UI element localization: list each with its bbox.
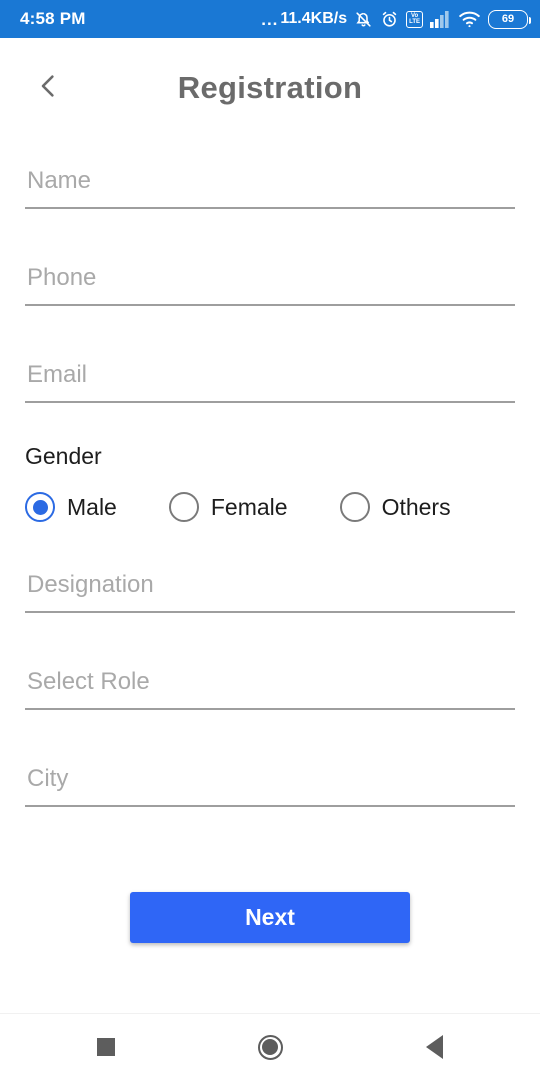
field-underline [25, 611, 515, 613]
volte-icon: Vo LTE [406, 10, 423, 28]
submit-row: Next [0, 892, 540, 943]
gender-gap [0, 403, 540, 443]
page-title: Registration [177, 70, 363, 105]
status-time: 4:58 PM [20, 9, 86, 28]
field-underline [25, 304, 515, 306]
bell-muted-icon [354, 10, 373, 29]
back-button[interactable] [24, 64, 72, 112]
email-input[interactable] [25, 354, 515, 402]
speed-dots: ... [261, 9, 279, 29]
status-icons: ... 11.4KB/s Vo LTE 69 [261, 9, 531, 29]
triangle-back-icon [425, 1035, 443, 1059]
radio-option-female[interactable]: Female [168, 492, 288, 522]
wifi-icon [458, 10, 481, 28]
gender-group: Gender Male Female Others [25, 443, 515, 522]
field-underline [25, 708, 515, 710]
android-nav-bar [0, 1013, 540, 1080]
network-speed-indicator: ... 11.4KB/s [261, 10, 347, 28]
designation-input[interactable] [25, 564, 515, 612]
field-gap [0, 710, 540, 758]
radio-label-female: Female [210, 493, 288, 520]
radio-label-male: Male [67, 493, 117, 520]
role-select-input[interactable] [25, 661, 515, 709]
radio-option-others[interactable]: Others [339, 492, 451, 522]
nav-home-button[interactable] [243, 1020, 297, 1074]
post-gender-gap [0, 522, 540, 564]
phone-screen: 4:58 PM ... 11.4KB/s Vo LTE 69 Registrat… [0, 0, 540, 1080]
field-gap [0, 209, 540, 257]
circle-home-inner [262, 1039, 278, 1055]
gender-label: Gender [25, 443, 102, 469]
radio-label-others: Others [381, 493, 451, 520]
speed-value: 11.4KB/s [280, 10, 348, 27]
radio-icon-unselected [339, 492, 370, 522]
battery-icon: 69 [488, 9, 531, 29]
gender-radio-row: Male Female Others [25, 492, 515, 522]
alarm-clock-icon [380, 10, 399, 29]
radio-dot [32, 499, 48, 515]
field-phone[interactable] [25, 257, 515, 306]
registration-form: Gender Male Female Others [0, 160, 540, 807]
nav-recents-button[interactable] [79, 1020, 133, 1074]
nav-back-button[interactable] [407, 1020, 461, 1074]
phone-input[interactable] [25, 257, 515, 305]
battery-level: 69 [501, 13, 515, 25]
field-underline [25, 805, 515, 807]
field-name[interactable] [25, 160, 515, 209]
radio-icon-selected [25, 492, 55, 522]
status-bar: 4:58 PM ... 11.4KB/s Vo LTE 69 [0, 0, 540, 38]
field-designation[interactable] [25, 564, 515, 613]
field-email[interactable] [25, 354, 515, 403]
field-underline [25, 207, 515, 209]
app-header: Registration [0, 38, 540, 138]
field-role[interactable] [25, 661, 515, 710]
city-input[interactable] [25, 758, 515, 806]
signal-bars-icon [430, 10, 451, 28]
field-underline [25, 401, 515, 403]
field-gap [0, 306, 540, 354]
circle-home-icon [257, 1034, 283, 1060]
field-city[interactable] [25, 758, 515, 807]
name-input[interactable] [25, 160, 515, 208]
field-gap [0, 613, 540, 661]
volte-bottom-text: LTE [409, 19, 420, 25]
radio-icon-unselected [168, 492, 199, 522]
chevron-left-icon [33, 71, 63, 106]
square-recents-icon [97, 1038, 115, 1056]
radio-option-male[interactable]: Male [25, 492, 117, 522]
next-button[interactable]: Next [130, 892, 410, 943]
